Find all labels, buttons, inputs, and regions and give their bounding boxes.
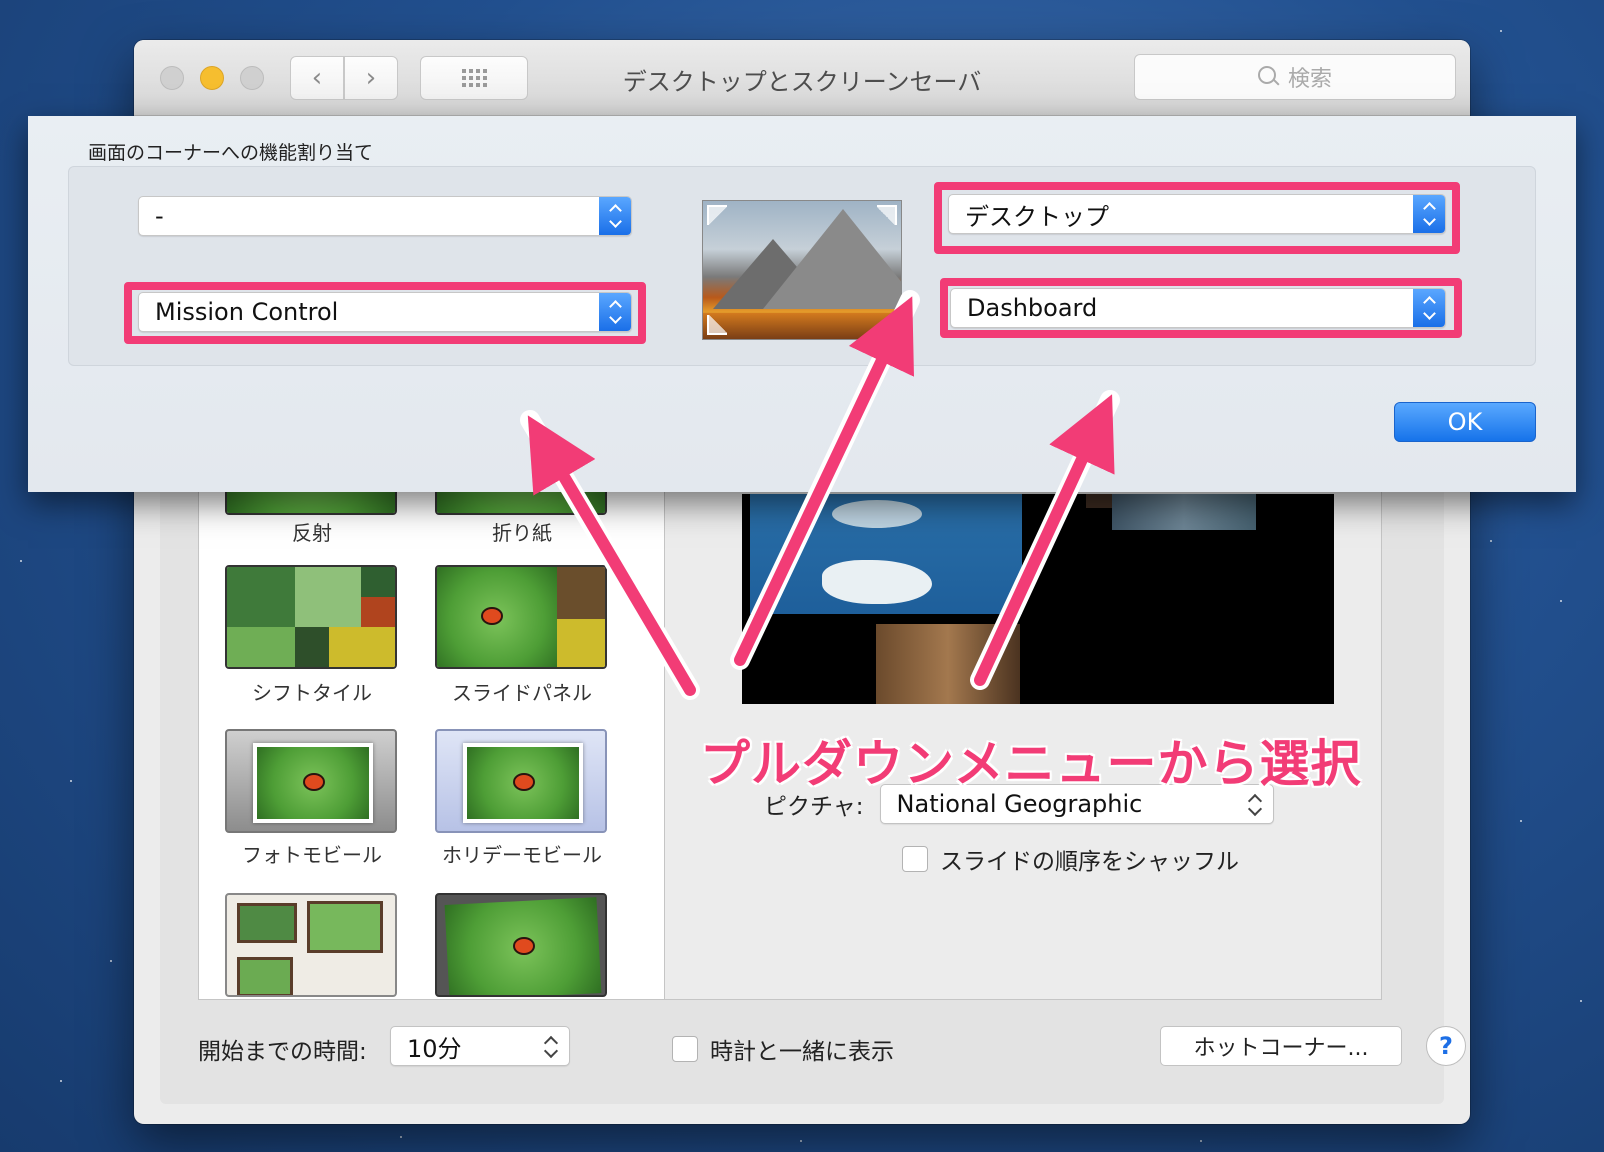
screensaver-label: スライドパネル <box>452 681 592 705</box>
corner-bottom-left-icon <box>707 315 727 335</box>
clock-row: 時計と一緒に表示 <box>672 1032 894 1066</box>
shuffle-checkbox[interactable] <box>902 846 928 872</box>
updown-arrows-icon <box>543 1033 559 1061</box>
ladybug-icon <box>513 773 535 791</box>
ladybug-icon <box>303 773 325 791</box>
ok-button[interactable]: OK <box>1394 402 1536 442</box>
updown-arrows-icon <box>1413 289 1445 327</box>
screensaver-list[interactable]: 反射 折り紙 シフトタイル スライドパネル フォトモビール ホリデーモビール <box>198 411 664 1000</box>
bottom-right-corner-value: Dashboard <box>967 294 1098 322</box>
screensaver-label: 折り紙 <box>492 521 552 545</box>
corner-top-left-icon <box>707 205 727 225</box>
shuffle-label: スライドの順序をシャッフル <box>940 849 1239 875</box>
bottom-bar: 開始までの時間: 10分 時計と一緒に表示 ホットコーナー... ? <box>198 1012 1470 1072</box>
search-placeholder: 検索 <box>1287 67 1332 92</box>
clock-checkbox[interactable] <box>672 1036 698 1062</box>
search-field[interactable]: 検索 <box>1134 54 1456 100</box>
annotation-text: プルダウンメニューから選択 <box>700 735 1362 793</box>
top-right-corner-popup[interactable]: デスクトップ <box>948 194 1446 234</box>
titlebar: ‹ › デスクトップとスクリーンセーバ 検索 <box>134 40 1470 116</box>
screensaver-thumb-ken-burns[interactable] <box>435 893 607 997</box>
screensaver-label: ホリデーモビール <box>442 843 602 867</box>
screensaver-label: 反射 <box>292 521 332 545</box>
screensaver-label: フォトモビール <box>242 843 382 867</box>
bottom-left-corner-value: Mission Control <box>155 298 339 326</box>
slideshow-preview <box>742 494 1334 704</box>
screensaver-thumb-sliding-panels[interactable] <box>435 565 607 669</box>
help-button[interactable]: ? <box>1426 1026 1466 1066</box>
hot-corners-button[interactable]: ホットコーナー... <box>1160 1026 1402 1066</box>
ladybug-icon <box>481 607 503 625</box>
screensaver-thumb-vintage-prints[interactable] <box>225 893 397 997</box>
updown-arrows-icon <box>599 293 631 331</box>
screensaver-label: シフトタイル <box>252 681 372 705</box>
sheet-title: 画面のコーナーへの機能割り当て <box>88 142 374 164</box>
corner-preview-image <box>702 200 902 340</box>
ladybug-icon <box>513 937 535 955</box>
bottom-left-corner-popup[interactable]: Mission Control <box>138 292 632 332</box>
start-time-label: 開始までの時間: <box>198 1039 367 1065</box>
top-left-corner-value: - <box>155 202 164 230</box>
screensaver-thumb-shift-tiles[interactable] <box>225 565 397 669</box>
shuffle-row: スライドの順序をシャッフル <box>902 842 1239 876</box>
updown-arrows-icon <box>599 197 631 235</box>
corner-top-right-icon <box>877 205 897 225</box>
bottom-right-corner-popup[interactable]: Dashboard <box>950 288 1446 328</box>
top-right-corner-value: デスクトップ <box>965 202 1109 231</box>
screensaver-thumb-holiday-mobile[interactable] <box>435 729 607 833</box>
top-left-corner-popup[interactable]: - <box>138 196 632 236</box>
start-time-popup[interactable]: 10分 <box>390 1026 570 1066</box>
corner-bottom-right-icon <box>877 315 897 335</box>
search-icon <box>1257 66 1280 88</box>
updown-arrows-icon <box>1413 195 1445 233</box>
clock-label: 時計と一緒に表示 <box>710 1039 894 1065</box>
screensaver-thumb-photo-mobile[interactable] <box>225 729 397 833</box>
start-time-value: 10分 <box>407 1034 462 1063</box>
